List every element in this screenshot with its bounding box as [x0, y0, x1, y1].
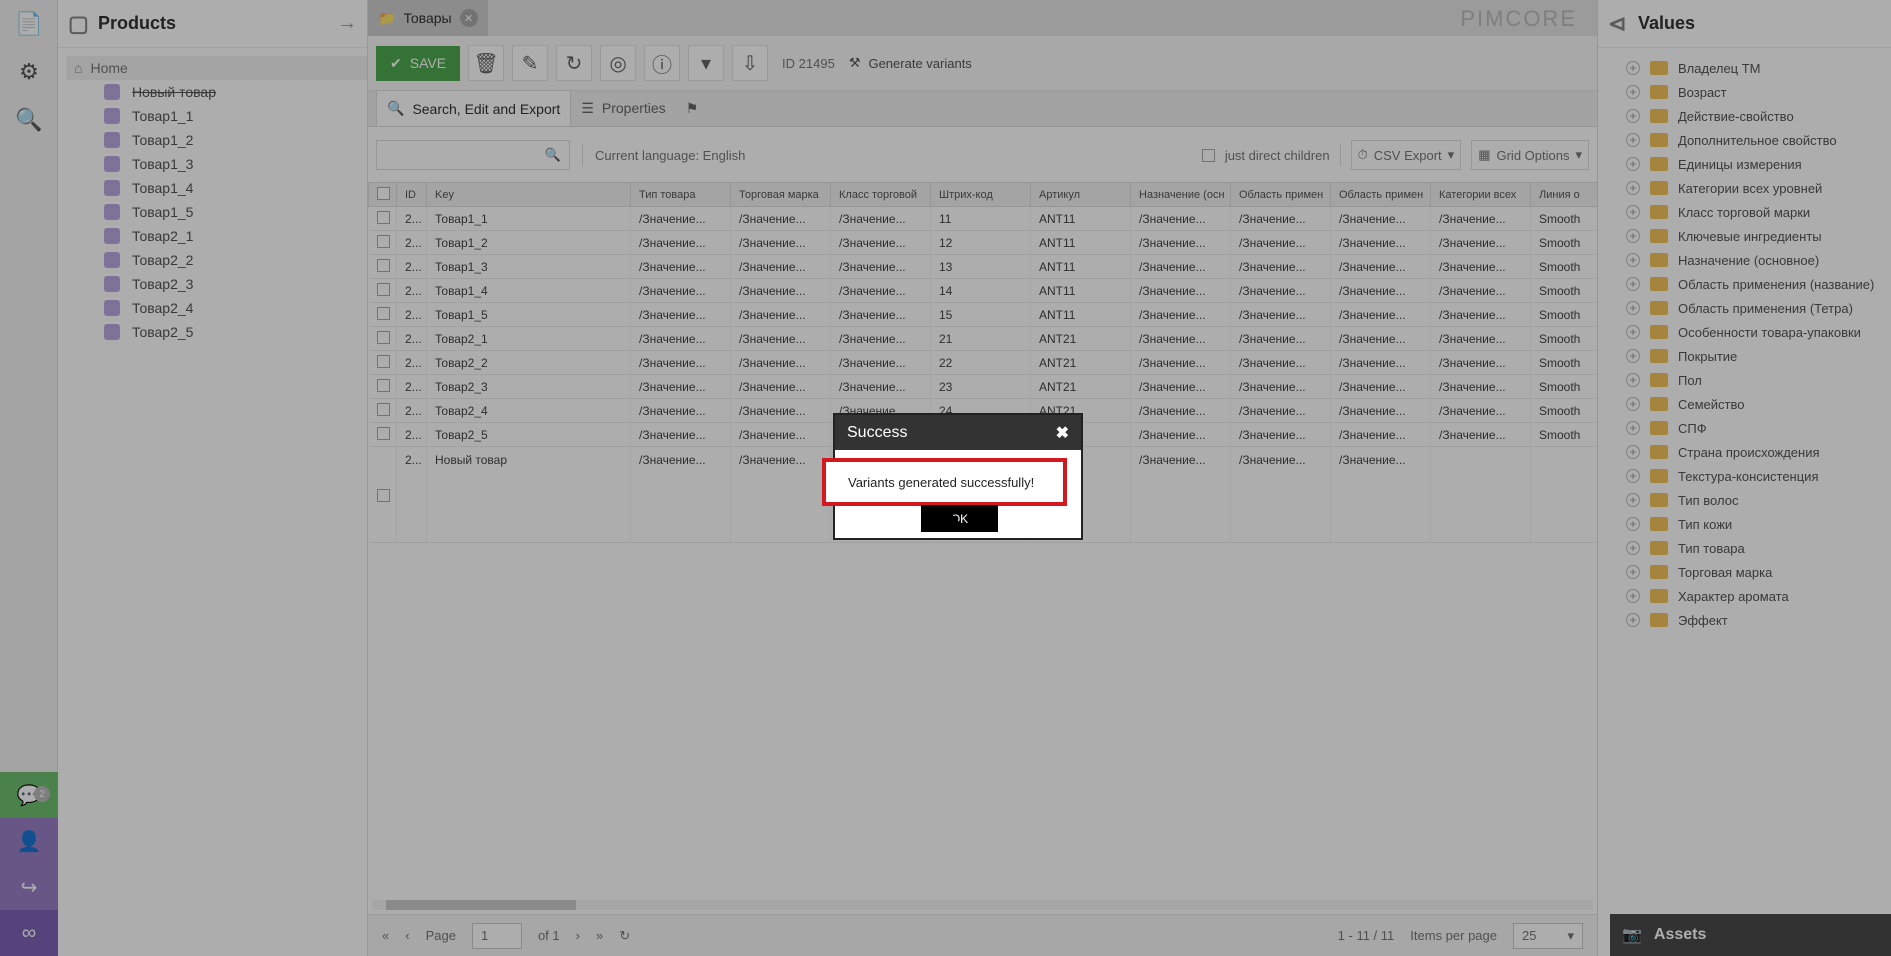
close-icon[interactable]: ✖: [1056, 423, 1069, 443]
app: 📄 ⚙ 🔍 💬 2 👤 ↪ ∞ ▢ Products → ⌂ Home Новы…: [0, 0, 1891, 956]
dialog-title: Success: [847, 423, 908, 441]
ok-button[interactable]: OK: [921, 505, 998, 532]
dialog-message: Variants generated successfully!: [822, 458, 1067, 506]
dialog-header: Success ✖: [835, 415, 1081, 450]
